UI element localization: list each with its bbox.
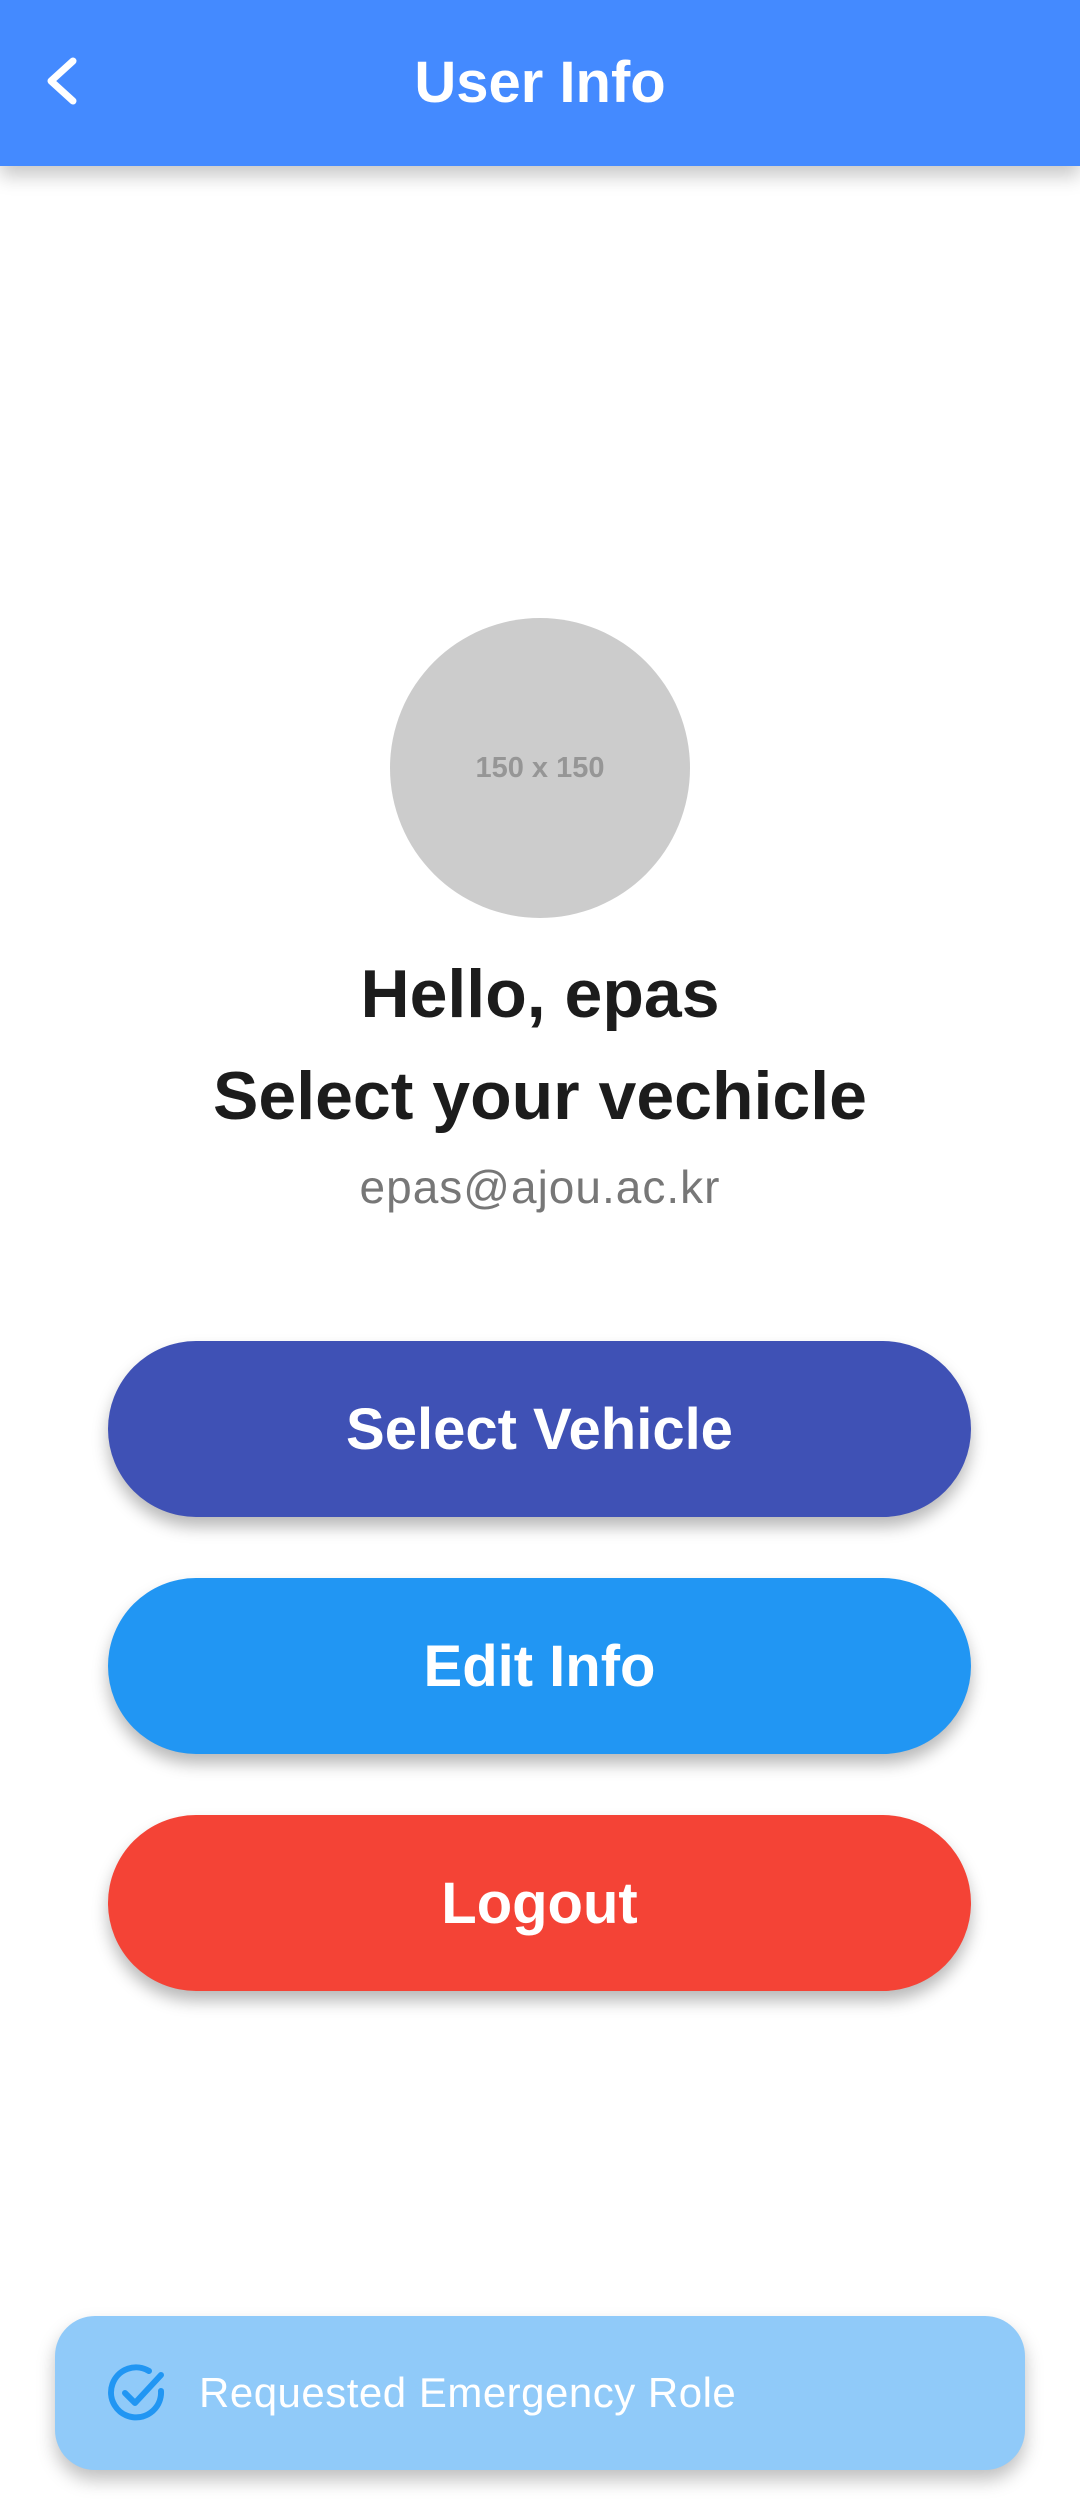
avatar: 150 x 150 (390, 618, 690, 918)
logout-button[interactable]: Logout (108, 1815, 971, 1991)
page-title: User Info (414, 50, 666, 115)
user-email: epas@ajou.ac.kr (359, 1161, 721, 1213)
instruction-text: Select your vechicle (213, 1058, 867, 1134)
avatar-placeholder-label: 150 x 150 (475, 751, 605, 784)
edit-info-button[interactable]: Edit Info (108, 1578, 971, 1754)
snackbar-message: Requested Emergency Role (199, 2369, 737, 2416)
select-vehicle-button[interactable]: Select Vehicle (108, 1341, 971, 1517)
check-circle-icon (105, 2361, 169, 2425)
user-info-screen: User Info 150 x 150 Hello, epas Select y… (0, 0, 1080, 2501)
snackbar: Requested Emergency Role (55, 2316, 1025, 2470)
app-bar: User Info (0, 0, 1080, 166)
greeting-text: Hello, epas (360, 956, 720, 1032)
